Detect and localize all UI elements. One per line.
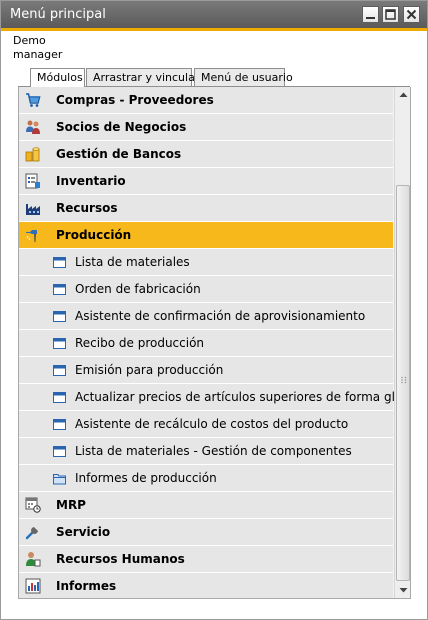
module-label: Recursos [56,201,118,215]
submenu-item[interactable]: Lista de materiales - Gestión de compone… [19,438,393,465]
submenu-label: Informes de producción [75,471,217,485]
vertical-scrollbar[interactable] [394,87,411,598]
close-icon [406,9,417,20]
submenu-item[interactable]: Orden de fabricación [19,276,393,303]
tab-label: Módulos [37,71,83,84]
mrp-calendar-icon [25,497,41,513]
folder-icon [53,474,66,485]
grip-icon [401,376,407,384]
module-label: Informes [56,579,117,593]
submenu-item[interactable]: Asistente de confirmación de aprovisiona… [19,303,393,330]
module-informes[interactable]: Informes [19,573,393,598]
submenu-label: Asistente de confirmación de aprovisiona… [75,309,366,323]
submenu-item[interactable]: Lista de materiales [19,249,393,276]
title-accent-line [1,28,427,31]
submenu-item[interactable]: Asistente de recálculo de costos del pro… [19,411,393,438]
module-servicio[interactable]: Servicio [19,519,393,546]
production-tools-icon [26,230,37,242]
business-partners-icon [26,120,40,134]
submenu-label: Emisión para producción [75,363,224,377]
reports-chart-icon [25,578,41,594]
form-icon [53,257,66,268]
submenu-label: Actualizar precios de artículos superior… [75,390,411,404]
tab-label: Arrastrar y vincular [93,71,200,84]
wrench-icon [25,527,38,540]
submenu-label: Recibo de producción [75,336,205,350]
module-label: Servicio [56,525,111,539]
shopping-cart-icon [26,93,41,107]
modules-list: Compras - Proveedores Socios de Negocios… [19,87,410,598]
close-button[interactable] [403,6,420,23]
maximize-icon [385,9,396,20]
module-socios[interactable]: Socios de Negocios [19,114,393,141]
submenu-folder[interactable]: Informes de producción [19,465,393,492]
window-title: Menú principal [10,7,106,22]
module-mrp[interactable]: MRP [19,492,393,519]
submenu-item[interactable]: Actualizar precios de artículos superior… [19,384,410,411]
modules-panel: Compras - Proveedores Socios de Negocios… [18,87,411,599]
submenu-label: Lista de materiales [75,255,190,269]
main-menu-window: Menú principal Demo manager Módulos Arra… [0,0,428,620]
minimize-icon [366,17,375,19]
module-label: Producción [56,228,132,242]
submenu-label: Asistente de recálculo de costos del pro… [75,417,349,431]
module-label: MRP [56,498,86,512]
module-produccion[interactable]: Producción [19,222,393,249]
form-icon [53,311,66,322]
title-bar[interactable]: Menú principal [1,1,427,28]
form-icon [53,446,66,457]
module-label: Recursos Humanos [56,552,185,566]
factory-icon [26,204,40,215]
scroll-up-arrow-icon[interactable] [395,87,411,103]
tab-arrastrar-vincular[interactable]: Arrastrar y vincular [86,68,199,86]
form-icon [53,284,66,295]
tab-label: Menú de usuario [201,71,293,84]
module-compras[interactable]: Compras - Proveedores [19,87,393,114]
user-company: Demo [13,34,46,47]
form-icon [53,419,66,430]
submenu-label: Lista de materiales - Gestión de compone… [75,444,352,458]
submenu-item[interactable]: Recibo de producción [19,330,393,357]
scroll-down-arrow-icon[interactable] [395,582,411,598]
module-inventario[interactable]: Inventario [19,168,393,195]
form-icon [53,392,66,403]
form-icon [53,338,66,349]
module-label: Socios de Negocios [56,120,187,134]
module-label: Inventario [56,174,126,188]
submenu-item[interactable]: Emisión para producción [19,357,393,384]
module-label: Gestión de Bancos [56,147,182,161]
maximize-button[interactable] [382,6,399,23]
tab-modulos[interactable]: Módulos [30,68,85,87]
human-resources-icon [26,552,41,567]
module-rrhh[interactable]: Recursos Humanos [19,546,393,573]
user-name: manager [13,48,63,61]
module-bancos[interactable]: Gestión de Bancos [19,141,393,168]
minimize-button[interactable] [362,6,379,23]
scrollbar-thumb[interactable] [396,185,410,581]
tab-menu-usuario[interactable]: Menú de usuario [194,68,293,86]
coins-icon [25,147,40,162]
submenu-label: Orden de fabricación [75,282,201,296]
inventory-icon [25,173,40,189]
form-icon [53,365,66,376]
module-recursos[interactable]: Recursos [19,195,393,222]
module-label: Compras - Proveedores [56,93,214,107]
